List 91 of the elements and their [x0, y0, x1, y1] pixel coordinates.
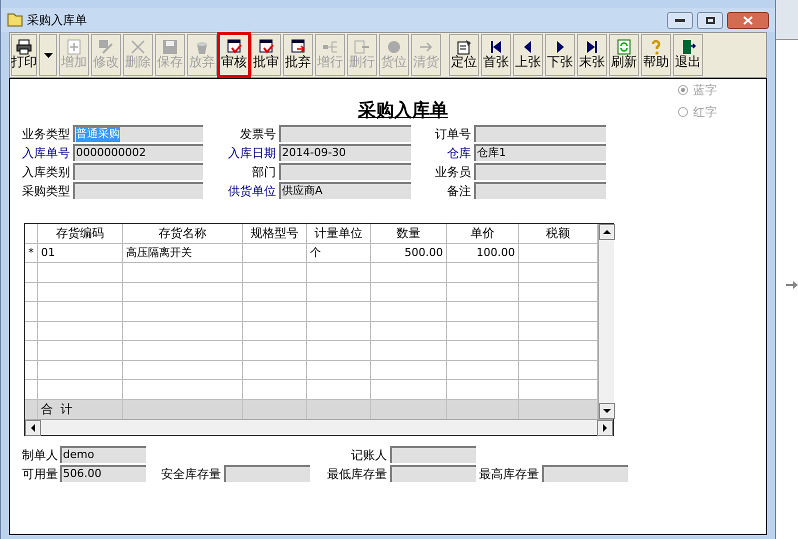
- input-field[interactable]: 仓库1: [474, 144, 606, 161]
- input-field[interactable]: [73, 163, 203, 180]
- column-header: 规格型号: [243, 224, 307, 242]
- printer-icon: [16, 39, 32, 55]
- column-header: 存货名称: [123, 224, 243, 242]
- input-field[interactable]: 506.00: [60, 465, 146, 482]
- radio-button[interactable]: [678, 85, 688, 95]
- column-header: 单价: [447, 224, 519, 242]
- scroll-right-icon[interactable]: [597, 420, 613, 436]
- radio-button[interactable]: [678, 107, 688, 117]
- field-label: 入库类别: [22, 164, 71, 180]
- input-field[interactable]: demo: [60, 446, 146, 463]
- input-field[interactable]: [474, 163, 606, 180]
- scroll-down-icon[interactable]: [599, 403, 615, 419]
- field-label: 可用量: [22, 466, 59, 482]
- plus-icon: [66, 39, 82, 55]
- vertical-scrollbar[interactable]: [598, 224, 614, 419]
- input-field[interactable]: [390, 465, 476, 482]
- field-label: 制单人: [22, 446, 59, 464]
- dropdown-button[interactable]: [39, 34, 57, 76]
- folder-icon: [7, 13, 23, 27]
- table-cell: 500.00: [371, 244, 447, 262]
- column-header: 计量单位: [307, 224, 371, 242]
- input-field[interactable]: 0000000002: [73, 144, 203, 161]
- toolbar-button[interactable]: 帮助: [641, 34, 671, 76]
- cross-icon: [130, 39, 146, 55]
- exit-door-icon: [680, 39, 696, 55]
- field-label: 最低库存量: [326, 466, 388, 482]
- form-title: 采购入库单: [358, 99, 448, 123]
- field-label: 入库日期: [227, 144, 277, 162]
- toolbar-button[interactable]: 下张: [545, 34, 575, 76]
- toolbar-button[interactable]: 末张: [577, 34, 607, 76]
- field-label: 业务类型: [22, 126, 71, 142]
- field-label: 备注: [446, 182, 472, 200]
- toolbar-button[interactable]: 上张: [513, 34, 543, 76]
- input-field[interactable]: [474, 182, 606, 199]
- pencil-icon: [98, 39, 114, 55]
- close-icon: [743, 16, 753, 24]
- column-header: 存货编码: [38, 224, 123, 242]
- minimize-button[interactable]: [667, 12, 693, 28]
- caret-icon: [44, 52, 52, 58]
- field-label: 安全库存量: [160, 466, 222, 482]
- close-button[interactable]: [727, 12, 769, 28]
- radio-label: 红字: [693, 104, 717, 121]
- toolbar-button[interactable]: 批弃: [283, 34, 313, 76]
- toolbar-button[interactable]: 批审: [251, 34, 281, 76]
- floppy-icon: [162, 39, 178, 55]
- input-field[interactable]: [224, 465, 310, 482]
- first-icon: [488, 39, 504, 55]
- field-label: 发票号: [239, 126, 277, 142]
- toolbar-button[interactable]: 审核: [219, 34, 249, 76]
- field-label: 采购类型: [22, 182, 71, 200]
- last-icon: [584, 39, 600, 55]
- refresh-icon: [616, 39, 632, 55]
- horizontal-scrollbar[interactable]: [25, 419, 613, 435]
- toolbar-button[interactable]: 打印: [11, 34, 37, 76]
- window-title: 采购入库单: [27, 12, 87, 29]
- table-cell: 高压隔离开关: [123, 244, 243, 262]
- field-label: 记账人: [350, 446, 388, 464]
- radio-label: 蓝字: [693, 82, 717, 99]
- toolbar-button[interactable]: 退出: [673, 34, 703, 76]
- toolbar-button[interactable]: 定位: [449, 34, 479, 76]
- arrow-icon: [786, 280, 798, 288]
- field-label: 部门: [251, 164, 277, 180]
- input-field[interactable]: [73, 182, 203, 199]
- table-cell: 个: [307, 244, 371, 262]
- window-check-icon: [226, 39, 242, 55]
- scroll-up-icon[interactable]: [599, 224, 615, 240]
- window-check-icon: [258, 39, 274, 55]
- input-field[interactable]: [390, 446, 476, 463]
- toolbar-button[interactable]: 首张: [481, 34, 511, 76]
- field-label: 最高库存量: [478, 466, 540, 482]
- input-field[interactable]: [279, 163, 411, 180]
- field-label: 入库单号: [22, 144, 71, 162]
- table-cell: 100.00: [447, 244, 519, 262]
- input-field[interactable]: [279, 125, 411, 142]
- field-label: 仓库: [446, 144, 472, 162]
- column-header: 数量: [371, 224, 447, 242]
- table-cell: 01: [38, 244, 123, 262]
- form-icon: [456, 39, 472, 55]
- field-label: 业务员: [434, 164, 472, 180]
- input-field[interactable]: [542, 465, 628, 482]
- field-label: 供货单位: [227, 182, 277, 200]
- input-field[interactable]: [474, 125, 606, 142]
- input-field[interactable]: 2014-09-30: [279, 144, 411, 161]
- input-field[interactable]: 供应商A: [279, 182, 411, 199]
- toolbar-button[interactable]: 刷新: [609, 34, 639, 76]
- scroll-left-icon[interactable]: [25, 420, 41, 436]
- maximize-button[interactable]: [697, 12, 723, 28]
- field-label: 订单号: [434, 126, 472, 142]
- basket-icon: [194, 39, 210, 55]
